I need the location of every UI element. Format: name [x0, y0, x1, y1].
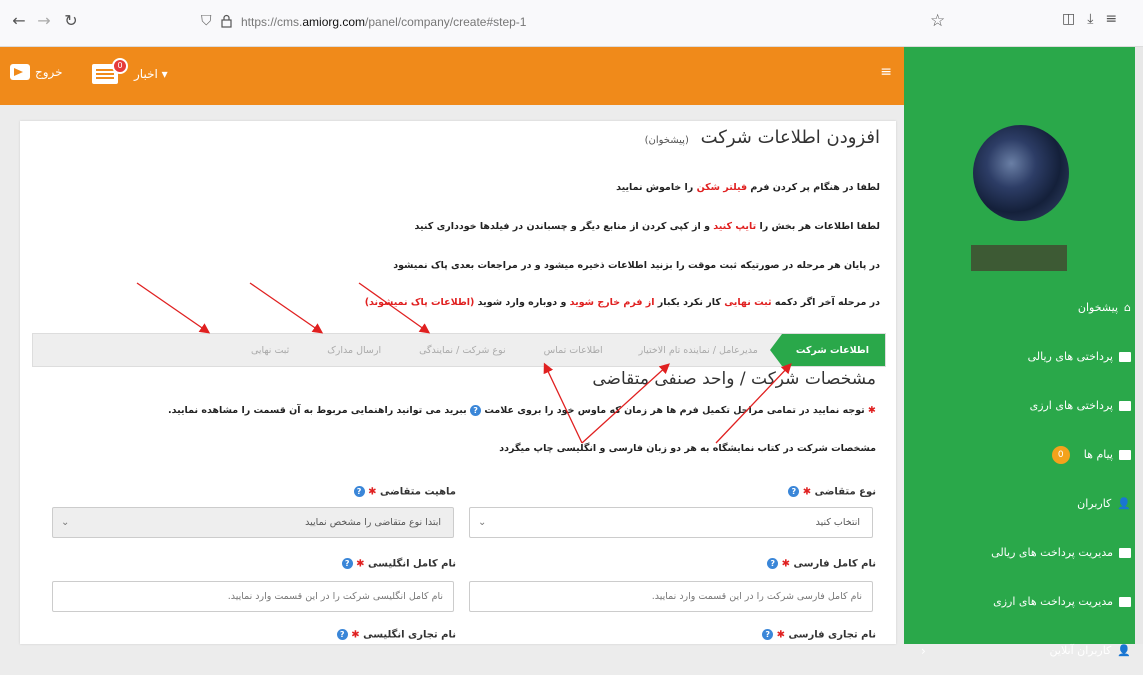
lock-icon: [221, 14, 232, 28]
browser-toolbar: ← → ↻ ⛉ https://cms.amiorg.com/panel/com…: [0, 0, 1143, 47]
tab-contact[interactable]: اطلاعات تماس: [530, 334, 625, 366]
url-bar[interactable]: ⛉ https://cms.amiorg.com/panel/company/c…: [192, 8, 966, 36]
tab-documents[interactable]: ارسال مدارک: [313, 334, 405, 366]
scrollbar[interactable]: [1135, 47, 1143, 644]
sidebar-item-label: مدیریت پرداخت های ریالی: [991, 546, 1113, 559]
avatar: [973, 125, 1069, 221]
note-save: در پایان هر مرحله در صورتیکه ثبت موقت را…: [393, 260, 880, 271]
sidebar-menu: ⌂ پیشخوان پرداختی های ریالی پرداختی های ا…: [921, 283, 1131, 675]
news-icon: 0: [92, 58, 128, 84]
messages-badge: 0: [1051, 445, 1070, 464]
chevron-down-icon: ⌄: [478, 517, 487, 528]
sidebar-item-rial-payments[interactable]: پرداختی های ریالی: [921, 332, 1131, 381]
help-icon[interactable]: ?: [470, 405, 482, 416]
applicant-nature-label: ماهیت متقاضی ✱ ?: [353, 486, 456, 498]
required-icon: ✱: [868, 405, 876, 416]
chevron-down-icon: ⌄: [61, 517, 70, 528]
sidebar-item-label: کاربران آنلاین: [1049, 644, 1112, 657]
user-icon: 👤: [1117, 497, 1131, 510]
tab-company-info[interactable]: اطلاعات شرکت: [769, 334, 885, 366]
page-title: افزودن اطلاعات شرکت (پیشخوان): [644, 127, 880, 148]
chevron-left-icon: ‹: [921, 643, 926, 658]
fa-name-input[interactable]: نام کامل فارسی شرکت را در این قسمت وارد …: [469, 581, 873, 612]
exit-label: خروج: [35, 65, 63, 79]
info-text: مشخصات شرکت در کتاب نمایشگاه به هر دو زب…: [499, 443, 876, 454]
news-label: اخبار ▾: [134, 67, 168, 81]
applicant-type-select[interactable]: انتخاب کنید ⌄: [469, 507, 873, 538]
step-tabs: اطلاعات شرکت مدیرعامل / نماینده تام الاخ…: [32, 333, 886, 367]
fa-name-label: نام کامل فارسی ✱ ?: [767, 558, 876, 570]
help-notice: ✱ توجه نمایید در تمامی مراحل تکمیل فرم ه…: [167, 405, 876, 416]
card-icon: [1119, 400, 1131, 411]
sidebar-item-fx-payments[interactable]: پرداختی های ارزی: [921, 381, 1131, 430]
note-typing: لطفا اطلاعات هر بخش را تایپ کنید و از کپ…: [414, 221, 881, 232]
en-trade-name-label: نام تجاری انگلیسی ✱ ?: [336, 629, 456, 641]
help-icon[interactable]: ?: [336, 629, 348, 640]
sidebar-item-manage-rial-payments[interactable]: مدیریت پرداخت های ریالی: [921, 528, 1131, 577]
fa-trade-name-label: نام تجاری فارسی ✱ ?: [762, 629, 876, 641]
sidebar-item-messages[interactable]: پیام ها 0: [921, 430, 1131, 479]
sidebar-item-label: پیام ها: [1083, 448, 1113, 461]
news-menu[interactable]: 0 اخبار ▾: [92, 58, 168, 84]
home-icon: ⌂: [1124, 301, 1131, 314]
main-card: افزودن اطلاعات شرکت (پیشخوان) لطفا در هن…: [20, 121, 896, 644]
en-name-input[interactable]: نام کامل انگلیسی شرکت را در این قسمت وار…: [52, 581, 454, 612]
sidebar: ⌂ پیشخوان پرداختی های ریالی پرداختی های ا…: [904, 47, 1143, 658]
exit-button[interactable]: خروج: [10, 64, 63, 80]
mail-icon: [1119, 449, 1131, 460]
forward-icon[interactable]: →: [33, 10, 55, 32]
sidebar-item-dashboard[interactable]: ⌂ پیشخوان: [921, 283, 1131, 332]
sidebar-item-online-users[interactable]: 👤 کاربران آنلاین ‹: [921, 626, 1131, 675]
tab-company-type[interactable]: نوع شرکت / نمایندگی: [405, 334, 530, 366]
help-icon[interactable]: ?: [762, 629, 774, 640]
sidebar-item-label: پرداختی های ریالی: [1027, 350, 1113, 363]
user-name: [971, 245, 1067, 271]
back-icon[interactable]: ←: [8, 10, 30, 32]
sidebar-item-label: مدیریت پرداخت های ارزی: [993, 595, 1113, 608]
logout-icon: [10, 64, 30, 80]
tab-final[interactable]: ثبت نهایی: [237, 334, 313, 366]
sidebar-item-label: پرداختی های ارزی: [1029, 399, 1113, 412]
top-navbar: ≡ خروج 0 اخبار ▾: [0, 47, 904, 105]
help-icon[interactable]: ?: [788, 486, 800, 497]
user-icon: 👤: [1117, 644, 1131, 657]
en-name-label: نام کامل انگلیسی ✱ ?: [341, 558, 456, 570]
url-text: https://cms.amiorg.com/panel/company/cre…: [241, 15, 527, 29]
help-icon[interactable]: ?: [341, 558, 353, 569]
hamburger-icon[interactable]: ≡: [880, 64, 892, 80]
sidebar-item-label: پیشخوان: [1077, 301, 1119, 314]
section-title: مشخصات شرکت / واحد صنفی متقاضی: [592, 369, 876, 389]
toolbar-icons[interactable]: ◫⤓≡: [1062, 11, 1129, 27]
sidebar-item-users[interactable]: 👤 کاربران: [921, 479, 1131, 528]
sidebar-item-label: کاربران: [1077, 497, 1112, 510]
note-final: در مرحله آخر اگر دکمه ثبت نهایی کار نکرد…: [364, 297, 880, 308]
note-filter: لطفا در هنگام پر کردن فرم فیلتر شکن را خ…: [616, 182, 880, 193]
help-icon[interactable]: ?: [767, 558, 779, 569]
reload-icon[interactable]: ↻: [60, 10, 82, 32]
card-icon: [1119, 351, 1131, 362]
page-subtitle: (پیشخوان): [644, 135, 689, 146]
card-icon: [1119, 596, 1131, 607]
shield-icon: ⛉: [201, 13, 212, 29]
applicant-type-label: نوع متقاضی ✱ ?: [788, 486, 876, 498]
tab-ceo[interactable]: مدیرعامل / نماینده تام الاختیار: [625, 334, 782, 366]
help-icon[interactable]: ?: [353, 486, 365, 497]
news-badge: 0: [112, 58, 128, 74]
star-icon[interactable]: ☆: [930, 11, 945, 31]
card-icon: [1119, 547, 1131, 558]
applicant-nature-select[interactable]: ابتدا نوع متقاضی را مشخص نمایید ⌄: [52, 507, 454, 538]
sidebar-item-manage-fx-payments[interactable]: مدیریت پرداخت های ارزی: [921, 577, 1131, 626]
